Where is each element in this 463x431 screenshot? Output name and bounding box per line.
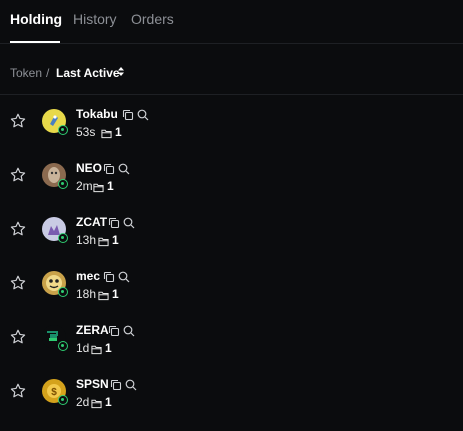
copy-icon[interactable] [103, 270, 115, 288]
search-icon[interactable] [125, 378, 137, 396]
avatar [42, 109, 68, 135]
search-icon[interactable] [123, 216, 135, 234]
tab-orders[interactable]: Orders [131, 11, 174, 27]
folder-icon [91, 342, 102, 360]
token-name: NEO [76, 161, 103, 175]
tab-bar: Holding History Orders [0, 0, 463, 44]
holder-count: 1 [112, 233, 119, 247]
tab-holding[interactable]: Holding [10, 11, 62, 27]
copy-icon[interactable] [122, 108, 134, 126]
holder-count: 1 [105, 395, 112, 409]
token-age: 2d [76, 395, 90, 409]
verified-badge-icon [58, 395, 68, 405]
verified-badge-icon [58, 125, 68, 135]
token-name: ZERA [76, 323, 109, 337]
active-tab-indicator [10, 41, 60, 43]
copy-icon[interactable] [108, 216, 120, 234]
svg-text:$: $ [51, 387, 57, 398]
holder-count: 1 [107, 179, 114, 193]
search-icon[interactable] [123, 324, 135, 342]
avatar [42, 217, 68, 243]
breadcrumb-separator: / [46, 66, 50, 80]
token-row[interactable]: ZERA 1d 1 [0, 323, 463, 377]
token-name: Tokabu [76, 107, 118, 121]
verified-badge-icon [58, 233, 68, 243]
token-name: mec [76, 269, 101, 283]
holder-count: 1 [112, 287, 119, 301]
verified-badge-icon [58, 341, 68, 351]
search-icon[interactable] [137, 108, 149, 126]
sort-token-label[interactable]: Token [10, 66, 42, 80]
tab-history[interactable]: History [73, 11, 117, 27]
copy-icon[interactable] [110, 378, 122, 396]
token-age: 2m [76, 179, 93, 193]
copy-icon[interactable] [108, 324, 120, 342]
avatar [42, 271, 68, 297]
sort-icon[interactable] [118, 67, 124, 76]
token-name: SPSN [76, 377, 109, 391]
folder-icon [91, 396, 102, 414]
star-icon[interactable] [9, 220, 27, 238]
search-icon[interactable] [118, 162, 130, 180]
token-age: 53s [76, 125, 96, 139]
token-row[interactable]: ZCAT 13h 1 [0, 215, 463, 269]
star-icon[interactable] [9, 382, 27, 400]
search-icon[interactable] [118, 270, 130, 288]
holder-count: 1 [105, 341, 112, 355]
token-age: 13h [76, 233, 97, 247]
avatar [42, 325, 68, 351]
verified-badge-icon [58, 179, 68, 189]
avatar: $ [42, 379, 68, 405]
star-icon[interactable] [9, 112, 27, 130]
token-row[interactable]: Tokabu 53s 1 [0, 107, 463, 161]
star-icon[interactable] [9, 166, 27, 184]
folder-icon [93, 180, 104, 198]
folder-icon [98, 234, 109, 252]
token-age: 1d [76, 341, 90, 355]
token-age: 18h [76, 287, 97, 301]
token-name: ZCAT [76, 215, 108, 229]
copy-icon[interactable] [103, 162, 115, 180]
verified-badge-icon [58, 287, 68, 297]
folder-icon [98, 288, 109, 306]
token-row[interactable]: NEO 2m 1 [0, 161, 463, 215]
token-row[interactable]: mec 18h 1 [0, 269, 463, 323]
sort-bar: Token / Last Active [0, 45, 463, 95]
holder-count: 1 [115, 125, 122, 139]
sort-last-active[interactable]: Last Active [56, 66, 120, 80]
avatar [42, 163, 68, 189]
star-icon[interactable] [9, 274, 27, 292]
token-row[interactable]: $ SPSN 2d 1 [0, 377, 463, 431]
star-icon[interactable] [9, 328, 27, 346]
folder-icon [101, 126, 112, 144]
